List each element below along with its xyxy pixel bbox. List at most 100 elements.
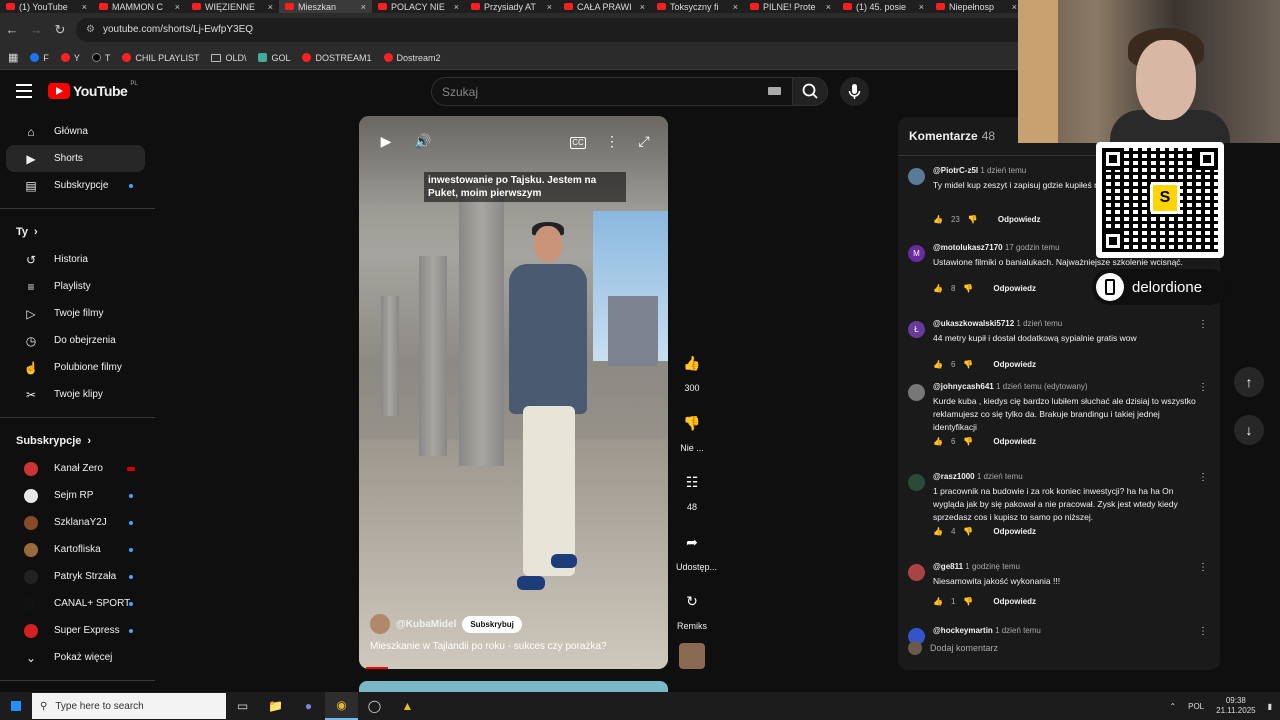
search-button[interactable] xyxy=(792,77,828,106)
start-button[interactable] xyxy=(0,692,32,720)
hamburger-menu-icon[interactable] xyxy=(16,84,32,98)
sidebar-item[interactable]: ☝ Polubione filmy xyxy=(6,354,145,381)
bookmark-item[interactable]: F xyxy=(30,53,49,63)
file-explorer-icon[interactable]: 📁 xyxy=(259,692,292,720)
dislike-icon[interactable]: 👎 xyxy=(963,284,973,293)
browser-tab[interactable]: Przysiady AT × xyxy=(465,0,558,13)
like-icon[interactable]: 👍 xyxy=(933,597,943,606)
comment-menu-icon[interactable]: ⋮ xyxy=(1198,382,1208,393)
comment-time[interactable]: 1 dzień temu xyxy=(1016,319,1062,328)
comment-time[interactable]: 1 dzień temu xyxy=(995,626,1041,635)
bookmark-item[interactable]: CHIL PLAYLIST xyxy=(122,53,199,63)
reply-button[interactable]: Odpowiedz xyxy=(993,284,1036,293)
you-section-header[interactable]: Ty › xyxy=(0,218,155,246)
sidebar-item[interactable]: ⌂ Główna xyxy=(6,118,145,145)
sidebar-item[interactable]: ✂ Twoje klipy xyxy=(6,381,145,408)
voice-search-button[interactable] xyxy=(840,77,869,106)
close-tab-icon[interactable]: × xyxy=(547,2,552,12)
comment-time[interactable]: 1 dzień temu xyxy=(980,166,1026,175)
comment-menu-icon[interactable]: ⋮ xyxy=(1198,319,1208,330)
app-icon[interactable]: ▲ xyxy=(391,692,424,720)
like-icon[interactable]: 👍 xyxy=(933,215,943,224)
add-comment-input[interactable]: Dodaj komentarz xyxy=(930,643,998,653)
commenter-avatar[interactable]: Ł xyxy=(908,321,925,338)
captions-icon[interactable]: CC xyxy=(570,137,586,149)
forward-icon[interactable]: → xyxy=(24,22,48,37)
comment-author[interactable]: @ukaszkowalski5712 xyxy=(933,319,1014,328)
add-comment[interactable]: Dodaj komentarz xyxy=(908,641,998,655)
notification-icon[interactable]: ▮ xyxy=(1268,702,1272,711)
chrome-icon[interactable]: ◉ xyxy=(325,692,358,720)
volume-icon[interactable]: 🔊 xyxy=(414,133,432,151)
obs-icon[interactable]: ◯ xyxy=(358,692,391,720)
reply-button[interactable]: Odpowiedz xyxy=(993,597,1036,606)
bookmark-item[interactable]: GOL xyxy=(258,53,290,63)
search-input[interactable]: Szukaj xyxy=(431,77,793,106)
browser-tab[interactable]: (1) YouTube × xyxy=(0,0,93,13)
dislike-icon[interactable]: 👎 xyxy=(968,215,978,224)
comment-menu-icon[interactable]: ⋮ xyxy=(1198,472,1208,483)
like-icon[interactable]: 👍 xyxy=(933,360,943,369)
sidebar-item[interactable]: ≡ Playlisty xyxy=(6,273,145,300)
site-info-icon[interactable]: ⚙ xyxy=(86,24,95,35)
more-options-icon[interactable]: ⋮ xyxy=(603,133,621,151)
comment-author[interactable]: @rasz1000 xyxy=(933,472,975,481)
comment-author[interactable]: @johnycash641 xyxy=(933,382,994,391)
comment-author[interactable]: @ge811 xyxy=(933,562,963,571)
fullscreen-icon[interactable]: ⤢ xyxy=(635,133,653,151)
comment-time[interactable]: 1 godzinę temu xyxy=(965,562,1020,571)
close-tab-icon[interactable]: × xyxy=(733,2,738,12)
like-icon[interactable]: 👍 xyxy=(933,437,943,446)
commenter-avatar[interactable] xyxy=(908,168,925,185)
discord-icon[interactable]: ● xyxy=(292,692,325,720)
sidebar-item[interactable]: ↺ Historia xyxy=(6,246,145,273)
close-tab-icon[interactable]: × xyxy=(640,2,645,12)
commenter-avatar[interactable] xyxy=(908,384,925,401)
comment-author[interactable]: @PiotrC-z5l xyxy=(933,166,978,175)
commenter-avatar[interactable] xyxy=(908,474,925,491)
close-tab-icon[interactable]: × xyxy=(175,2,180,12)
comment-time[interactable]: 1 dzień temu xyxy=(977,472,1023,481)
browser-tab[interactable]: (1) 45. posie × xyxy=(837,0,930,13)
reload-icon[interactable]: ↻ xyxy=(48,22,72,38)
reply-button[interactable]: Odpowiedz xyxy=(993,437,1036,446)
subscription-item[interactable]: SzklanaY2J xyxy=(6,509,145,536)
comment-time[interactable]: 1 dzień temu (edytowany) xyxy=(996,382,1088,391)
language-indicator[interactable]: POL xyxy=(1188,702,1204,711)
like-icon[interactable]: 👍 xyxy=(933,527,943,536)
sidebar-item[interactable]: ◷ Do obejrzenia xyxy=(6,327,145,354)
subscription-item[interactable]: Sejm RP xyxy=(6,482,145,509)
back-icon[interactable]: ← xyxy=(0,22,24,37)
bookmark-item[interactable]: Y xyxy=(60,53,80,63)
reply-button[interactable]: Odpowiedz xyxy=(998,215,1041,224)
subscription-item[interactable]: Patryk Strzała xyxy=(6,563,145,590)
clock[interactable]: 09:38 21.11.2025 xyxy=(1216,696,1255,716)
sidebar-item[interactable]: ▶ Shorts xyxy=(6,145,145,172)
bookmark-item[interactable]: T xyxy=(91,53,110,63)
subscription-item[interactable]: Super Express xyxy=(6,617,145,644)
commenter-avatar[interactable] xyxy=(908,564,925,581)
close-tab-icon[interactable]: × xyxy=(268,2,273,12)
bookmark-item[interactable]: DOSTREAM1 xyxy=(302,53,372,63)
next-short-button[interactable]: ↓ xyxy=(1234,415,1264,445)
channel-name[interactable]: @KubaMidel xyxy=(396,619,456,630)
task-view-icon[interactable]: ▭ xyxy=(226,692,259,720)
close-tab-icon[interactable]: × xyxy=(454,2,459,12)
sidebar-item[interactable]: ▤ Subskrypcje xyxy=(6,172,145,199)
comment-author[interactable]: @motolukasz7170 xyxy=(933,243,1003,252)
channel-avatar[interactable] xyxy=(370,614,390,634)
show-more-button[interactable]: ⌄ Pokaż więcej xyxy=(6,644,145,671)
commenter-avatar[interactable]: M xyxy=(908,245,925,262)
dislike-icon[interactable]: 👎 xyxy=(963,360,973,369)
bookmark-item[interactable]: Dostream2 xyxy=(383,53,441,63)
reply-button[interactable]: Odpowiedz xyxy=(993,360,1036,369)
playback-progress[interactable] xyxy=(366,667,388,669)
browser-tab[interactable]: MAMMON C × xyxy=(93,0,186,13)
youtube-logo[interactable]: YouTube PL xyxy=(48,81,138,99)
dislike-icon[interactable]: 👎 xyxy=(963,437,973,446)
dislike-icon[interactable]: 👎 xyxy=(963,597,973,606)
remix-button[interactable]: ↻ Remiks xyxy=(676,586,708,632)
subscription-item[interactable]: CANAL+ SPORT xyxy=(6,590,145,617)
dislike-icon[interactable]: 👎 xyxy=(963,527,973,536)
comment-menu-icon[interactable]: ⋮ xyxy=(1198,626,1208,637)
